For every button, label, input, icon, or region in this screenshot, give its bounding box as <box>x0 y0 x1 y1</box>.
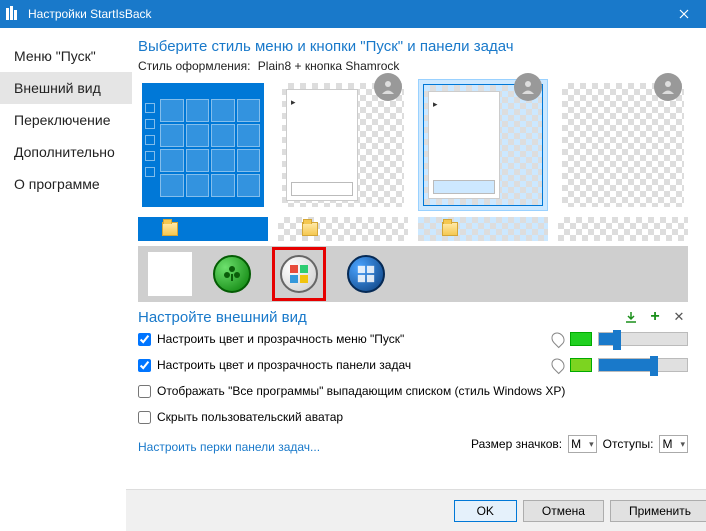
checkbox-hide-avatar[interactable]: Скрыть пользовательский аватар <box>138 410 343 424</box>
avatar-icon <box>374 73 402 101</box>
titlebar: Настройки StartIsBack <box>0 0 706 28</box>
slider-taskbar-opacity[interactable] <box>598 358 688 372</box>
row-hide-avatar: Скрыть пользовательский аватар <box>138 404 688 430</box>
apply-button[interactable]: Применить <box>610 500 706 522</box>
cancel-button[interactable]: Отмена <box>523 500 604 522</box>
close-button[interactable] <box>661 0 706 28</box>
row-menu-color: Настроить цвет и прозрачность меню "Пуск… <box>138 326 688 352</box>
color-swatch-menu[interactable] <box>570 332 592 346</box>
avatar-icon <box>514 73 542 101</box>
sidebar-item-switching[interactable]: Переключение <box>0 104 132 136</box>
sidebar-item-advanced[interactable]: Дополнительно <box>0 136 132 168</box>
sidebar-item-start-menu[interactable]: Меню "Пуск" <box>0 40 132 72</box>
appearance-section-heading: Настройте внешний вид + ✕ <box>138 308 688 326</box>
download-icon[interactable] <box>622 308 640 326</box>
folder-icon <box>162 222 178 236</box>
orb-win7-blue[interactable] <box>344 252 388 296</box>
theme2-taskbar <box>278 217 408 241</box>
checkbox-taskbar-color[interactable]: Настроить цвет и прозрачность панели зад… <box>138 358 411 372</box>
margins-dropdown[interactable]: M▾ <box>659 435 688 453</box>
icon-size-dropdown[interactable]: M▾ <box>568 435 597 453</box>
row-taskbar-color: Настроить цвет и прозрачность панели зад… <box>138 352 688 378</box>
row-all-programs: Отображать "Все программы" выпадающим сп… <box>138 378 688 404</box>
close-icon[interactable]: ✕ <box>670 308 688 326</box>
main-panel: Выберите стиль меню и кнопки "Пуск" и па… <box>132 28 706 531</box>
dialog-footer: OK Отмена Применить <box>126 489 706 531</box>
app-icon <box>6 6 22 22</box>
theme-option-4[interactable] <box>558 79 688 244</box>
checkbox-all-programs[interactable]: Отображать "Все программы" выпадающим сп… <box>138 384 565 398</box>
checkbox-menu-color[interactable]: Настроить цвет и прозрачность меню "Пуск… <box>138 332 404 346</box>
style-line: Стиль оформления: Plain8 + кнопка Shamro… <box>138 59 688 73</box>
style-label: Стиль оформления: <box>138 59 250 73</box>
window-title: Настройки StartIsBack <box>28 7 661 21</box>
sidebar-item-about[interactable]: О программе <box>0 168 132 200</box>
theme-gallery: ▸ ▸ <box>138 79 688 244</box>
margins-label: Отступы: <box>603 437 654 451</box>
ok-button[interactable]: OK <box>454 500 517 522</box>
theme4-taskbar <box>558 217 688 241</box>
orb-windows-logo[interactable] <box>148 252 192 296</box>
folder-icon <box>302 222 318 236</box>
sidebar-item-appearance[interactable]: Внешний вид <box>0 72 132 104</box>
orb-win7-color[interactable] <box>272 247 326 301</box>
theme3-taskbar <box>418 217 548 241</box>
plus-icon[interactable]: + <box>646 308 664 326</box>
theme1-taskbar <box>138 217 268 241</box>
slider-menu-opacity[interactable] <box>598 332 688 346</box>
folder-icon <box>442 222 458 236</box>
icon-size-label: Размер значков: <box>471 437 562 451</box>
page-heading: Выберите стиль меню и кнопки "Пуск" и па… <box>138 38 688 55</box>
taskbar-perks-link[interactable]: Настроить перки панели задач... <box>138 440 320 454</box>
orb-shamrock[interactable] <box>210 252 254 296</box>
sidebar: Меню "Пуск" Внешний вид Переключение Доп… <box>0 28 132 531</box>
style-value: Plain8 + кнопка Shamrock <box>258 59 400 73</box>
theme-option-1[interactable] <box>138 79 268 244</box>
eyedropper-icon[interactable] <box>549 356 567 374</box>
avatar-icon <box>654 73 682 101</box>
color-swatch-taskbar[interactable] <box>570 358 592 372</box>
appearance-heading-text: Настройте внешний вид <box>138 309 307 326</box>
orb-row <box>138 246 688 302</box>
theme-option-3[interactable]: ▸ <box>418 79 548 244</box>
theme-option-2[interactable]: ▸ <box>278 79 408 244</box>
eyedropper-icon[interactable] <box>549 330 567 348</box>
